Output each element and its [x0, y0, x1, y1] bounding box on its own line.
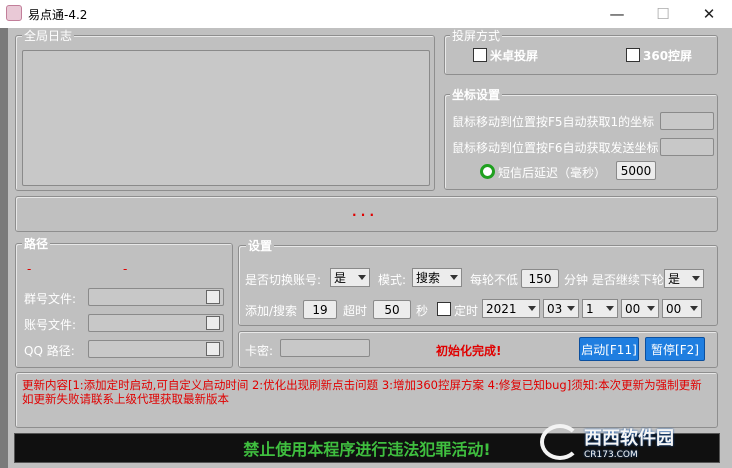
chevron-down-icon: [647, 306, 655, 311]
log-textarea[interactable]: [22, 50, 430, 186]
chevron-down-icon: [358, 275, 366, 280]
minimize-button[interactable]: —: [594, 0, 640, 28]
card-input[interactable]: [280, 339, 370, 357]
q360-checkbox[interactable]: [626, 48, 640, 62]
account-file-label: 账号文件:: [24, 318, 77, 332]
folder-icon[interactable]: [206, 290, 220, 304]
year-value: 2021: [486, 301, 517, 316]
day-value: 1: [586, 301, 594, 316]
per-round-input[interactable]: 150: [521, 269, 559, 288]
qq-path-label: QQ 路径:: [24, 344, 75, 358]
coord-line1: 鼠标移动到位置按F5自动获取1的坐标: [452, 115, 655, 129]
switch-select[interactable]: 是: [330, 268, 370, 287]
qq-path-input[interactable]: [88, 340, 224, 358]
per-round-label: 每轮不低: [470, 273, 519, 287]
switch-value: 是: [334, 271, 347, 285]
maximize-icon: ☐: [656, 5, 670, 23]
watermark-icon: [540, 424, 580, 460]
hour-select[interactable]: 00: [621, 299, 659, 318]
folder-icon[interactable]: [206, 342, 220, 356]
log-group-title: 全局日志: [22, 29, 75, 43]
timer-label: 定时: [454, 304, 479, 318]
group-file-input[interactable]: [88, 288, 224, 306]
start-button[interactable]: 启动[F11]: [579, 337, 639, 361]
mizhuo-checkbox[interactable]: [473, 48, 487, 62]
update-notes: 更新内容[1:添加定时启动,可自定义启动时间 2:优化出现刷新点击问题 3:增加…: [22, 378, 702, 406]
add-search-input[interactable]: 19: [303, 300, 337, 319]
window-title: 易点通-4.2: [28, 8, 88, 22]
folder-icon[interactable]: [206, 316, 220, 330]
minute-value: 00: [666, 301, 682, 316]
coord1-input[interactable]: [660, 112, 714, 130]
chevron-down-icon: [528, 306, 536, 311]
minimize-icon: —: [609, 5, 625, 23]
delay-input[interactable]: 5000: [616, 161, 656, 180]
init-status: 初始化完成!: [436, 344, 502, 358]
add-search-label: 添加/搜索: [245, 304, 298, 318]
continue-value: 是: [668, 272, 681, 286]
month-value: 03: [547, 301, 563, 316]
timeout-label: 超时: [343, 304, 368, 318]
delay-label: 短信后延迟（毫秒）: [498, 166, 607, 180]
close-button[interactable]: ✕: [686, 0, 732, 28]
path-dash-2: -: [123, 262, 128, 276]
seconds-label: 秒: [416, 304, 429, 318]
timer-checkbox[interactable]: [437, 302, 451, 316]
watermark-text: 西西软件园: [584, 428, 674, 449]
cast-group-title: 投屏方式: [450, 29, 503, 43]
coord-line2: 鼠标移动到位置按F6自动获取发送坐标: [452, 141, 659, 155]
settings-group-title: 设置: [246, 239, 275, 253]
close-icon: ✕: [702, 5, 716, 23]
delay-radio[interactable]: [480, 164, 495, 179]
chevron-down-icon: [606, 306, 614, 311]
mode-value: 搜索: [416, 271, 441, 285]
coord-group-title: 坐标设置: [450, 88, 503, 102]
background-strip: [0, 28, 8, 468]
pause-button[interactable]: 暂停[F2]: [645, 337, 705, 361]
path-dash-1: -: [27, 262, 32, 276]
hour-value: 00: [625, 301, 641, 316]
maximize-button[interactable]: ☐: [640, 0, 686, 28]
chevron-down-icon: [567, 306, 575, 311]
switch-label: 是否切换账号:: [245, 273, 322, 287]
year-select[interactable]: 2021: [482, 299, 540, 318]
timeout-input[interactable]: 50: [373, 300, 411, 319]
mode-label: 模式:: [378, 273, 407, 287]
card-label: 卡密:: [245, 344, 274, 358]
group-file-label: 群号文件:: [24, 292, 77, 306]
month-select[interactable]: 03: [543, 299, 579, 318]
app-icon: [6, 5, 22, 21]
continue-select[interactable]: 是: [664, 269, 704, 288]
mode-select[interactable]: 搜索: [412, 268, 462, 287]
minutes-label: 分钟 是否继续下轮: [564, 273, 664, 287]
path-group-title: 路径: [22, 237, 51, 251]
chevron-down-icon: [450, 275, 458, 280]
account-file-input[interactable]: [88, 314, 224, 332]
chevron-down-icon: [690, 306, 698, 311]
mizhuo-label: 米卓投屏: [490, 49, 539, 63]
day-select[interactable]: 1: [582, 299, 618, 318]
minute-select[interactable]: 00: [662, 299, 702, 318]
watermark-logo: 西西软件园 CR173.COM: [540, 420, 674, 464]
status-dots: · · ·: [352, 208, 375, 222]
watermark-sub: CR173.COM: [584, 450, 638, 460]
coord2-input[interactable]: [660, 138, 714, 156]
chevron-down-icon: [692, 276, 700, 281]
q360-label: 360控屏: [643, 49, 693, 63]
